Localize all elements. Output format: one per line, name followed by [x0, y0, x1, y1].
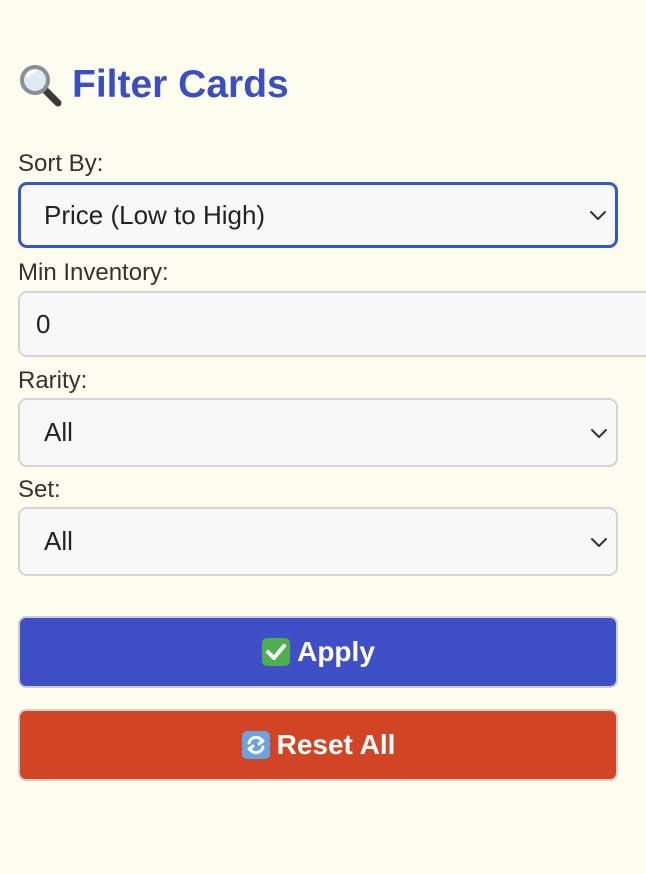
reset-all-button-label: Reset All [276, 729, 396, 760]
rarity-select[interactable]: All [18, 398, 618, 467]
reset-all-button[interactable]: Reset All [18, 709, 618, 781]
apply-button-label: Apply [297, 636, 375, 667]
page-title: Filter Cards [72, 63, 289, 106]
rarity-value: All [44, 417, 73, 447]
set-select[interactable]: All [18, 507, 618, 576]
sort-by-select[interactable]: Price (Low to High) [18, 182, 618, 248]
chevron-down-icon [591, 537, 607, 547]
set-label: Set: [18, 476, 61, 503]
sort-by-label: Sort By: [18, 150, 104, 177]
magnifying-glass-icon [20, 65, 62, 107]
min-inventory-input[interactable]: 0 [18, 291, 646, 357]
chevron-down-icon [590, 211, 606, 220]
chevron-down-icon [591, 428, 607, 438]
refresh-arrows-icon [241, 731, 270, 759]
check-mark-button-icon [262, 638, 291, 666]
set-value: All [44, 526, 73, 556]
rarity-label: Rarity: [18, 367, 88, 394]
apply-button[interactable]: Apply [18, 616, 618, 688]
filter-title: Filter Cards [18, 60, 289, 110]
min-inventory-label: Min Inventory: [18, 259, 169, 286]
sort-by-value: Price (Low to High) [44, 199, 266, 230]
min-inventory-value: 0 [36, 308, 51, 339]
